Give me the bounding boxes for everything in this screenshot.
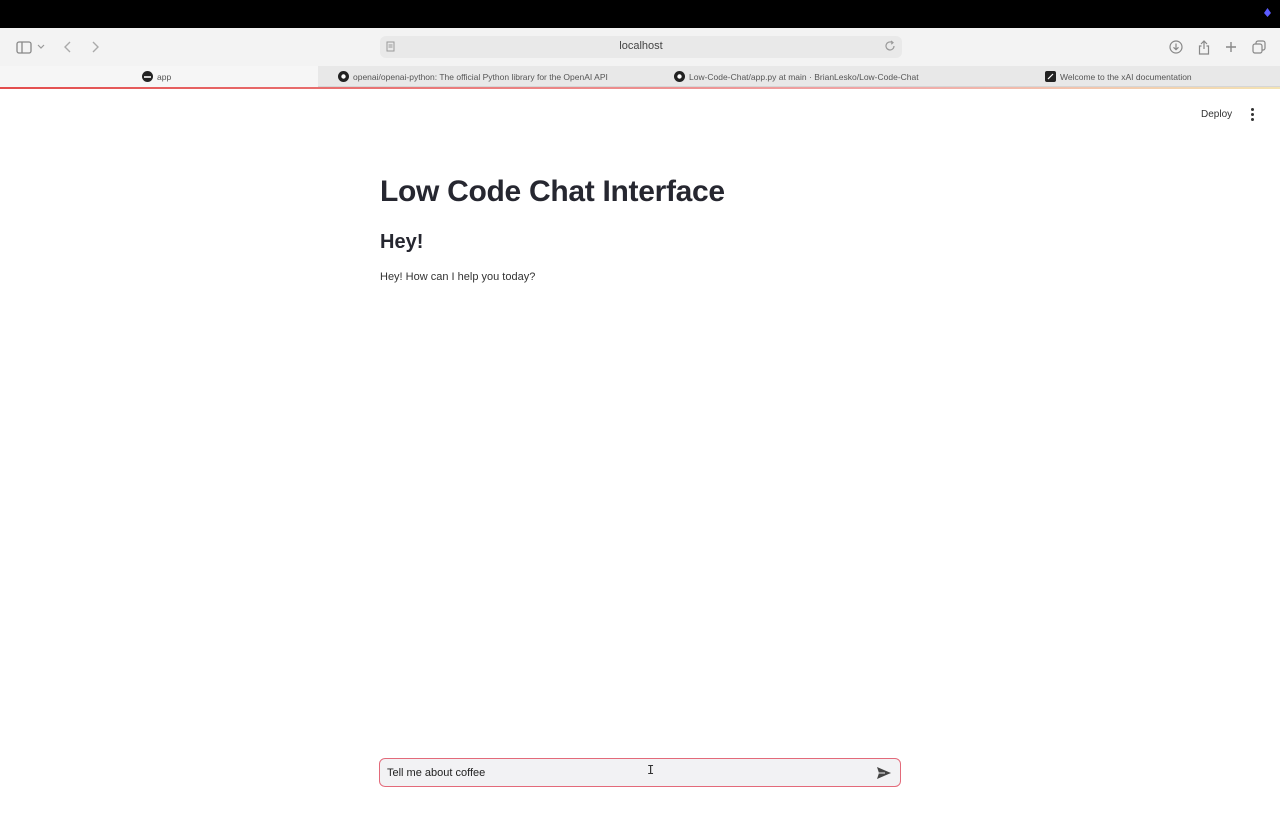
github-icon bbox=[674, 71, 685, 82]
sidebar-toggle-icon[interactable] bbox=[14, 37, 34, 57]
tab-overview-icon[interactable] bbox=[1249, 37, 1269, 57]
url-text[interactable]: localhost bbox=[380, 40, 902, 52]
main-content: Low Code Chat Interface Hey! Hey! How ca… bbox=[380, 170, 900, 285]
system-bar bbox=[0, 0, 1280, 28]
send-icon[interactable] bbox=[876, 766, 892, 780]
chat-input-container bbox=[379, 758, 901, 787]
download-icon[interactable] bbox=[1166, 37, 1186, 57]
tab-bar: × app openai/openai-python: The official… bbox=[0, 66, 1280, 87]
tab-low-code-chat[interactable]: Low-Code-Chat/app.py at main · BrianLesk… bbox=[674, 66, 1024, 87]
text-cursor-icon: I bbox=[647, 763, 655, 777]
back-icon[interactable] bbox=[58, 37, 78, 57]
deploy-button[interactable]: Deploy bbox=[1193, 104, 1240, 124]
tab-title: openai/openai-python: The official Pytho… bbox=[353, 71, 608, 82]
tab-openai-python[interactable]: openai/openai-python: The official Pytho… bbox=[338, 66, 658, 87]
address-bar[interactable]: localhost bbox=[380, 36, 902, 58]
forward-icon[interactable] bbox=[85, 37, 105, 57]
assistant-heading: Hey! bbox=[380, 231, 424, 253]
tab-title: Welcome to the xAI documentation bbox=[1060, 71, 1192, 82]
main-menu-icon[interactable] bbox=[1244, 105, 1260, 123]
status-indicator-icon bbox=[1264, 8, 1271, 17]
github-icon bbox=[338, 71, 349, 82]
assistant-message: Hey! How can I help you today? bbox=[380, 271, 536, 283]
streamlit-icon bbox=[142, 71, 153, 82]
new-tab-icon[interactable] bbox=[1221, 37, 1241, 57]
tab-title: Low-Code-Chat/app.py at main · BrianLesk… bbox=[689, 71, 919, 82]
tab-app[interactable]: app bbox=[0, 66, 318, 87]
app-loading-bar bbox=[0, 87, 1280, 89]
xai-icon bbox=[1045, 71, 1056, 82]
chat-input[interactable] bbox=[387, 764, 867, 782]
tab-title: app bbox=[157, 71, 172, 82]
reload-icon[interactable] bbox=[884, 40, 896, 52]
tab-xai-docs[interactable]: Welcome to the xAI documentation bbox=[1045, 66, 1275, 87]
browser-toolbar: localhost bbox=[0, 28, 1280, 66]
page-title: Low Code Chat Interface bbox=[380, 175, 725, 208]
share-icon[interactable] bbox=[1194, 37, 1214, 57]
chevron-down-icon[interactable] bbox=[34, 37, 48, 57]
